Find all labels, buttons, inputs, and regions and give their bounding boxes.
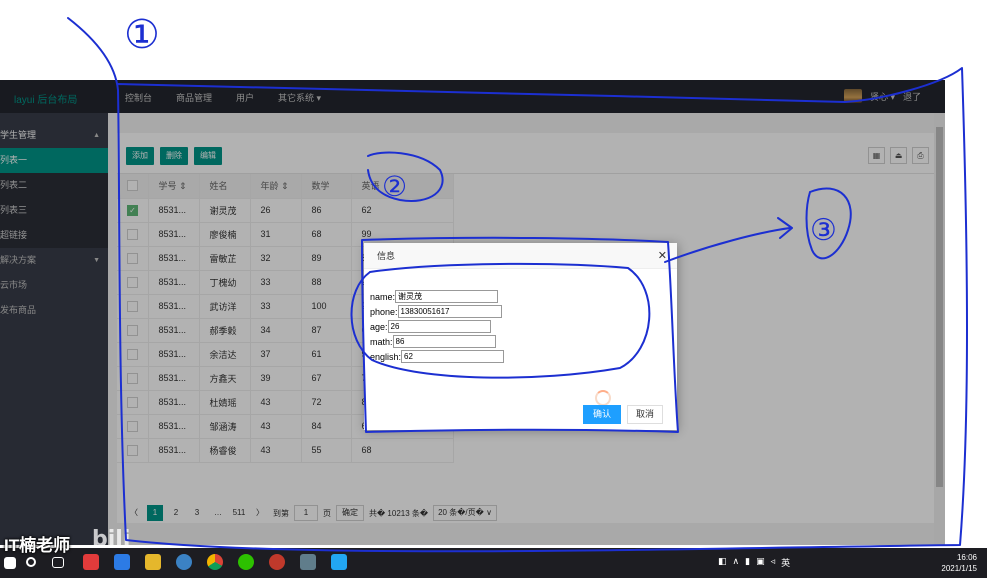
task-view-icon[interactable] bbox=[52, 557, 64, 568]
field-input-phone[interactable] bbox=[397, 305, 502, 318]
field-label: english: bbox=[370, 351, 402, 362]
loading-spinner-icon bbox=[595, 390, 611, 406]
field-input-name[interactable] bbox=[395, 290, 499, 303]
windows-taskbar: ◧ ∧ ▮ ▣ ◃ 英 16:06 2021/1/15 bbox=[0, 548, 987, 578]
form-row: age: bbox=[370, 319, 504, 334]
form-row: name: bbox=[370, 289, 504, 304]
app-blue-icon[interactable] bbox=[114, 554, 130, 570]
field-input-english[interactable] bbox=[401, 350, 505, 363]
watermark-text: IT楠老师 bbox=[4, 536, 71, 555]
edit-form: name: phone: age: math: english: bbox=[370, 289, 505, 364]
app-yellow-icon[interactable] bbox=[145, 554, 161, 570]
tray-app-icon[interactable]: ◧ bbox=[718, 556, 727, 569]
tray-lang[interactable]: 英 bbox=[781, 556, 790, 569]
field-input-math[interactable] bbox=[392, 335, 496, 348]
tray-chevron-up-icon[interactable]: ∧ bbox=[733, 556, 740, 569]
bilibili-logo: bili bbox=[92, 527, 131, 552]
browser-icon[interactable] bbox=[176, 554, 192, 570]
tray-network-icon[interactable]: ▣ bbox=[756, 556, 765, 569]
app-circle-icon[interactable] bbox=[269, 554, 285, 570]
info-dialog: 信息 ✕ name: phone: age: math: english: 确认 取消 bbox=[364, 243, 677, 430]
tray-battery-icon[interactable]: ▮ bbox=[745, 556, 750, 569]
clock-date: 2021/1/15 bbox=[941, 564, 977, 573]
search-icon[interactable] bbox=[26, 557, 36, 567]
system-tray: ◧ ∧ ▮ ▣ ◃ 英 bbox=[718, 556, 790, 569]
tray-volume-icon[interactable]: ◃ bbox=[771, 556, 776, 569]
field-label: age: bbox=[370, 321, 388, 332]
field-label: name: bbox=[370, 291, 396, 302]
form-row: english: bbox=[370, 349, 505, 364]
field-label: math: bbox=[370, 336, 393, 347]
app-window-icon[interactable] bbox=[300, 554, 316, 570]
dialog-title-bar: 信息 ✕ bbox=[364, 243, 677, 269]
field-input-age[interactable] bbox=[387, 320, 491, 333]
clock-time: 16:06 bbox=[956, 553, 977, 562]
form-row: math: bbox=[370, 334, 504, 349]
wechat-icon[interactable] bbox=[238, 554, 254, 570]
cancel-button[interactable]: 取消 bbox=[627, 405, 663, 424]
clock[interactable]: 16:06 2021/1/15 bbox=[941, 552, 977, 574]
field-label: phone: bbox=[370, 306, 398, 317]
app-red-icon[interactable] bbox=[83, 554, 99, 570]
form-row: phone: bbox=[370, 304, 504, 319]
chrome-icon[interactable] bbox=[207, 554, 223, 570]
vscode-icon[interactable] bbox=[331, 554, 347, 570]
windows-start-icon[interactable] bbox=[4, 557, 16, 569]
dialog-title: 信息 bbox=[377, 251, 396, 261]
close-icon[interactable]: ✕ bbox=[658, 243, 667, 269]
annotation-1: ① bbox=[124, 12, 160, 58]
confirm-button[interactable]: 确认 bbox=[583, 405, 621, 424]
